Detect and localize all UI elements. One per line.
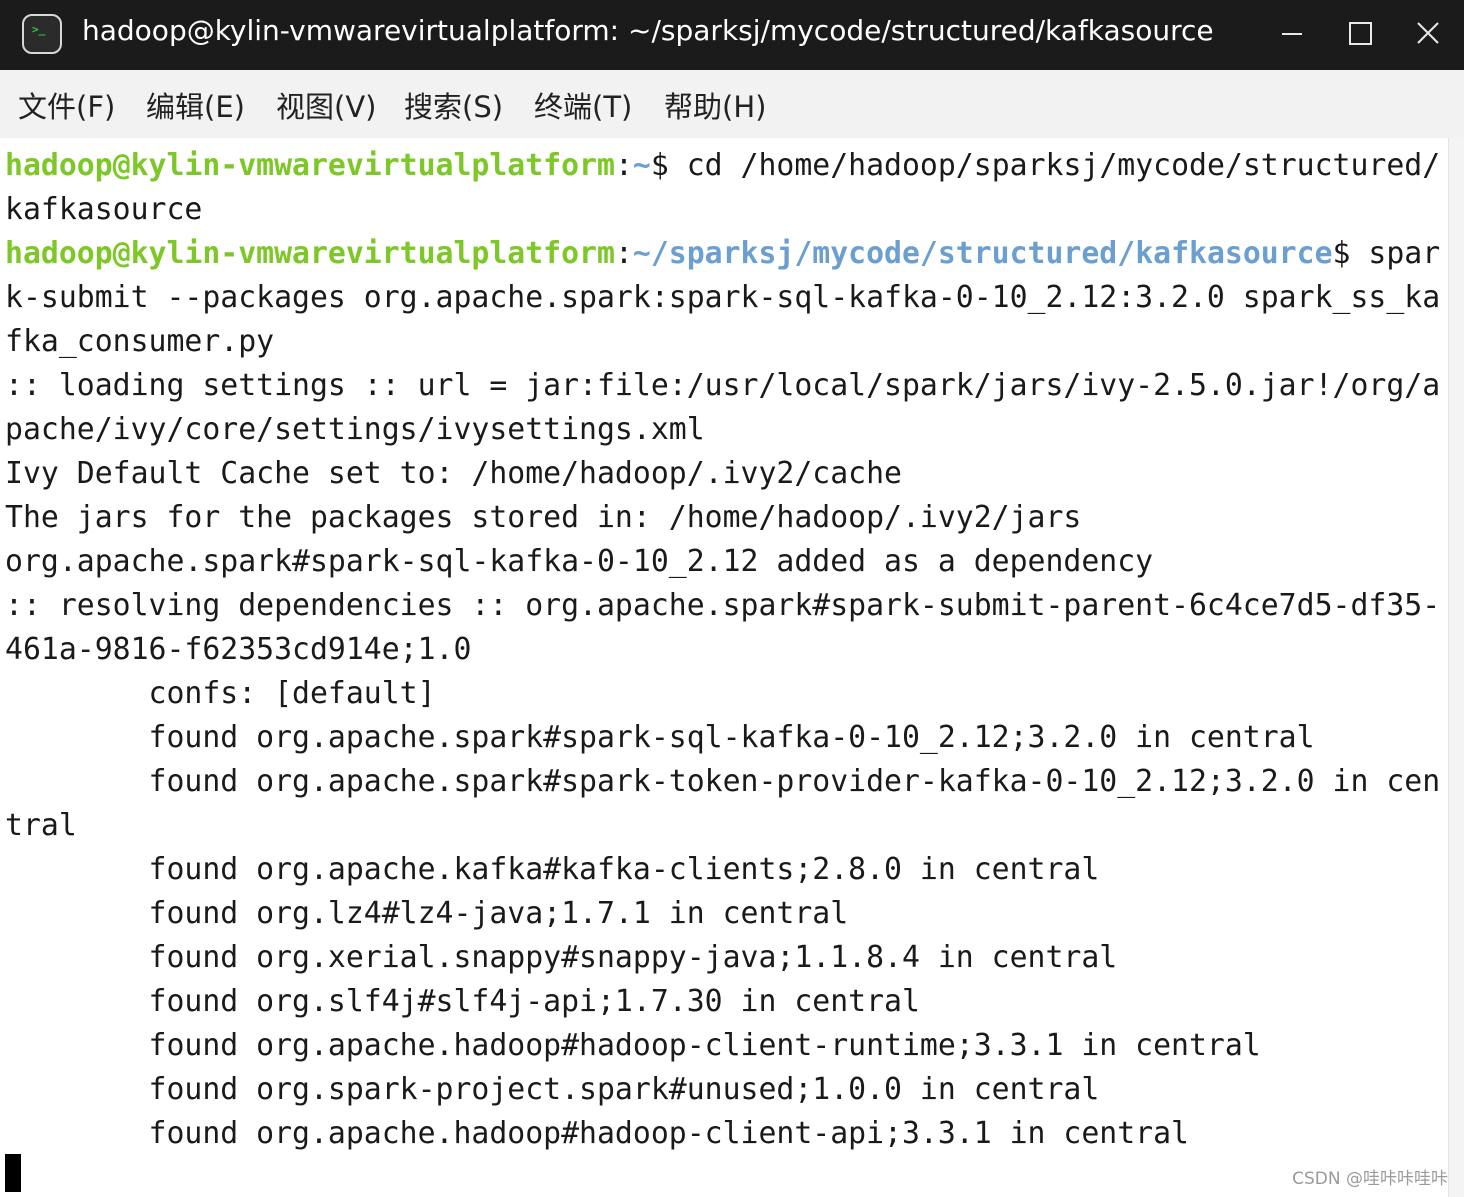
output-line: found org.apache.hadoop#hadoop-client-ru… bbox=[5, 1028, 1261, 1063]
output-line: found org.apache.kafka#kafka-clients;2.8… bbox=[5, 852, 1100, 887]
prompt-path: ~ bbox=[632, 148, 651, 183]
output-line: kafkasource bbox=[5, 192, 203, 227]
prompt-line-2: hadoop@kylin-vmwarevirtualplatform:~/spa… bbox=[5, 232, 1440, 276]
output-line: found org.lz4#lz4-java;1.7.1 in central bbox=[5, 896, 849, 931]
output-line: :: resolving dependencies :: org.apache.… bbox=[5, 588, 1441, 623]
output-line: found org.apache.hadoop#hadoop-client-ap… bbox=[5, 1116, 1190, 1151]
menu-edit[interactable]: 编辑(E) bbox=[146, 84, 245, 126]
output-line: confs: [default] bbox=[5, 676, 436, 711]
prompt-line-1: hadoop@kylin-vmwarevirtualplatform:~$ cd… bbox=[5, 144, 1440, 188]
output-line: pache/ivy/core/settings/ivysettings.xml bbox=[5, 412, 705, 447]
window-title: hadoop@kylin-vmwarevirtualplatform: ~/sp… bbox=[82, 14, 1214, 47]
output-line: Ivy Default Cache set to: /home/hadoop/.… bbox=[5, 456, 902, 491]
terminal-prompt-glyph: >_ bbox=[32, 23, 46, 36]
menu-view[interactable]: 视图(V) bbox=[276, 84, 376, 126]
output-line: found org.spark-project.spark#unused;1.0… bbox=[5, 1072, 1100, 1107]
prompt-separator: : bbox=[614, 236, 633, 271]
menu-terminal[interactable]: 终端(T) bbox=[534, 84, 632, 126]
output-line: The jars for the packages stored in: /ho… bbox=[5, 500, 1082, 535]
prompt-command: $ spar bbox=[1332, 236, 1441, 271]
prompt-path: ~/sparksj/mycode/structured/kafkasource bbox=[632, 236, 1333, 271]
output-line: k-submit --packages org.apache.spark:spa… bbox=[5, 280, 1441, 315]
terminal-app-icon: >_ bbox=[22, 14, 62, 54]
maximize-icon[interactable] bbox=[1338, 12, 1382, 56]
menu-search[interactable]: 搜索(S) bbox=[404, 84, 503, 126]
text-cursor bbox=[5, 1154, 21, 1192]
prompt-user-host: hadoop@kylin-vmwarevirtualplatform bbox=[5, 148, 615, 183]
output-line: found org.apache.spark#spark-sql-kafka-0… bbox=[5, 720, 1315, 755]
output-line: :: loading settings :: url = jar:file:/u… bbox=[5, 368, 1441, 403]
prompt-separator: : bbox=[614, 148, 633, 183]
minimize-icon[interactable] bbox=[1270, 12, 1314, 56]
output-line: org.apache.spark#spark-sql-kafka-0-10_2.… bbox=[5, 544, 1154, 579]
watermark: CSDN @哇咔咔哇咔 bbox=[1292, 1169, 1448, 1189]
output-line: found org.apache.spark#spark-token-provi… bbox=[5, 764, 1441, 799]
prompt-user-host: hadoop@kylin-vmwarevirtualplatform bbox=[5, 236, 615, 271]
output-line: fka_consumer.py bbox=[5, 324, 275, 359]
prompt-command: $ cd /home/hadoop/sparksj/mycode/structu… bbox=[650, 148, 1441, 183]
close-icon[interactable] bbox=[1406, 12, 1450, 56]
output-line: 461a-9816-f62353cd914e;1.0 bbox=[5, 632, 472, 667]
title-bar: >_ hadoop@kylin-vmwarevirtualplatform: ~… bbox=[0, 0, 1464, 70]
menu-bar: 文件(F) 编辑(E) 视图(V) 搜索(S) 终端(T) 帮助(H) bbox=[0, 70, 1464, 138]
vertical-scrollbar[interactable] bbox=[1448, 138, 1464, 1197]
menu-file[interactable]: 文件(F) bbox=[18, 84, 115, 126]
output-line: tral bbox=[5, 808, 77, 843]
output-line: found org.xerial.snappy#snappy-java;1.1.… bbox=[5, 940, 1118, 975]
terminal-output-area[interactable]: hadoop@kylin-vmwarevirtualplatform:~$ cd… bbox=[0, 138, 1448, 1197]
menu-help[interactable]: 帮助(H) bbox=[664, 84, 766, 126]
output-line: found org.slf4j#slf4j-api;1.7.30 in cent… bbox=[5, 984, 920, 1019]
